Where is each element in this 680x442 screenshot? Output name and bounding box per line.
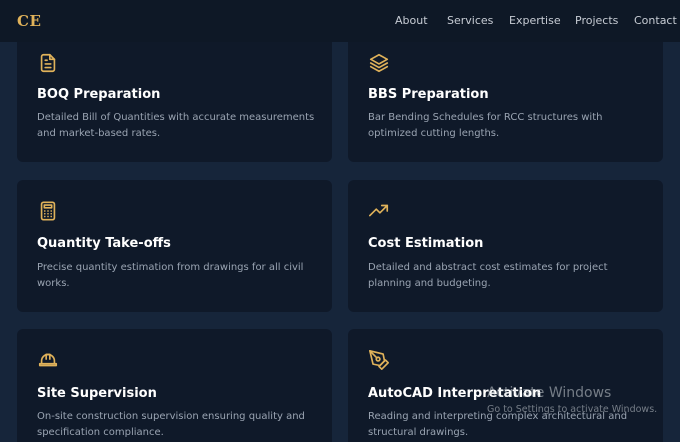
activation-watermark-title: Activate Windows xyxy=(487,385,612,401)
document-icon xyxy=(37,52,59,74)
hard-hat-icon xyxy=(37,349,59,371)
calculator-icon xyxy=(37,200,59,222)
service-description: Detailed Bill of Quantities with accurat… xyxy=(37,112,315,139)
service-title: Cost Estimation xyxy=(368,236,484,251)
service-description: On-site construction supervision ensurin… xyxy=(37,411,305,438)
nav-services[interactable]: Services xyxy=(447,14,493,27)
trending-up-icon xyxy=(368,200,390,222)
service-title: Site Supervision xyxy=(37,386,157,401)
service-description: Bar Bending Schedules for RCC structures… xyxy=(368,112,603,139)
navbar: CE About Services Expertise Projects Con… xyxy=(0,0,680,42)
service-card-quantity: Quantity Take-offs Precise quantity esti… xyxy=(17,180,332,312)
service-card-cost: Cost Estimation Detailed and abstract co… xyxy=(348,180,663,312)
service-title: BOQ Preparation xyxy=(37,87,161,102)
service-title: Quantity Take-offs xyxy=(37,236,171,251)
service-title: BBS Preparation xyxy=(368,87,489,102)
nav-links: About Services Expertise Projects Contac… xyxy=(0,14,680,30)
layers-icon xyxy=(368,52,390,74)
service-description: Precise quantity estimation from drawing… xyxy=(37,262,304,289)
nav-contact[interactable]: Contact xyxy=(634,14,677,27)
pen-tool-icon xyxy=(368,349,390,371)
activation-watermark-subtitle: Go to Settings to activate Windows. xyxy=(487,404,658,415)
nav-projects[interactable]: Projects xyxy=(575,14,618,27)
service-description: Detailed and abstract cost estimates for… xyxy=(368,262,608,289)
nav-about[interactable]: About xyxy=(395,14,428,27)
nav-expertise[interactable]: Expertise xyxy=(509,14,561,27)
service-card-supervision: Site Supervision On-site construction su… xyxy=(17,329,332,442)
